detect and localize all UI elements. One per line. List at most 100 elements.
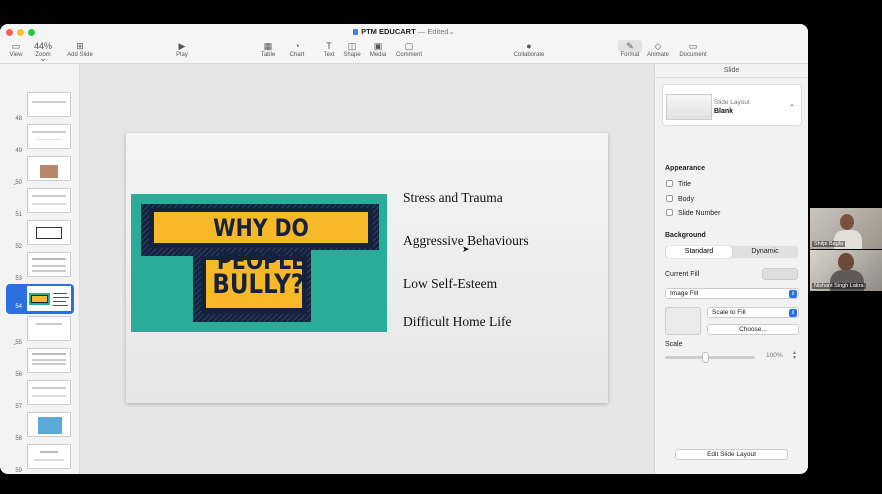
fill-color-well[interactable] <box>762 268 798 280</box>
slide-thumbnail-52[interactable]: 52 <box>0 220 80 252</box>
comment-button[interactable]: ▢ Comment <box>396 40 422 58</box>
edited-status: — Edited <box>415 27 449 36</box>
bullet-stress-trauma[interactable]: Stress and Trauma <box>403 190 503 206</box>
slide-number: 52 <box>15 244 22 250</box>
slide-number: 49 <box>15 148 22 154</box>
body-checkbox[interactable]: Body <box>666 195 694 203</box>
slide-preview <box>27 444 71 469</box>
media-button[interactable]: ▣ Media <box>368 40 388 58</box>
shape-button[interactable]: ◫ Shape <box>342 40 362 58</box>
edit-slide-layout-button[interactable]: Edit Slide Layout <box>675 449 788 460</box>
background-mode-segmented: Standard Dynamic <box>665 246 798 258</box>
popup-arrows-icon: ⇕ <box>789 309 797 317</box>
scale-slider[interactable] <box>665 356 755 359</box>
toolbar-item-label: Animate <box>646 52 669 58</box>
slide-number-checkbox-label: Slide Number <box>678 210 721 217</box>
scale-mode-value: Scale to Fill <box>712 309 746 316</box>
slide-preview <box>27 124 71 149</box>
choose-image-button[interactable]: Choose... <box>707 324 799 335</box>
play-icon: ▶ <box>178 41 186 51</box>
table-button[interactable]: ▦ Table <box>258 40 278 58</box>
slide-number: 56 <box>15 372 22 378</box>
zoom-button[interactable]: 44% ⌄ Zoom <box>32 40 54 63</box>
slide-thumbnail-48[interactable]: 48 <box>0 92 80 124</box>
slide-layout-value: Blank <box>714 108 734 115</box>
format-icon: ✎ <box>618 40 642 52</box>
table-icon: ▦ <box>263 41 273 51</box>
toolbar-item-label: Format <box>620 52 640 58</box>
slide-thumbnail-59[interactable]: 59 <box>0 444 80 474</box>
add-slide-icon: ⊞ <box>76 41 84 51</box>
slide-preview <box>27 156 71 181</box>
slide-thumbnail-58[interactable]: 58 <box>0 412 80 444</box>
scale-label: Scale <box>665 341 683 348</box>
animate-button[interactable]: ◇ Animate <box>646 40 670 58</box>
add-slide-button[interactable]: ⊞ Add Slide <box>62 40 98 58</box>
format-inspector: Slide Slide Layout Blank ⌄ Appearance Ti… <box>654 64 808 474</box>
participant-video-2[interactable]: Nishant Singh Lakra <box>810 250 882 291</box>
toolbar-item-label: Text <box>323 52 335 58</box>
format-button[interactable]: ✎ Format <box>618 40 642 58</box>
body-checkbox-label: Body <box>678 196 694 203</box>
slide-preview <box>27 316 71 341</box>
image-fill-preview[interactable] <box>665 307 701 335</box>
title-checkbox[interactable]: Title <box>666 180 691 188</box>
chart-button[interactable]: ◔ Chart <box>287 40 307 58</box>
bullet-low-self-esteem[interactable]: Low Self-Esteem <box>403 276 497 292</box>
slide-preview <box>27 348 71 373</box>
slide-number: 57 <box>15 404 22 410</box>
document-button[interactable]: ▭ Document <box>676 40 710 58</box>
chevron-down-icon[interactable]: ⌄ <box>789 100 795 108</box>
why-bully-graphic[interactable]: WHY DO PEOPLE BULLY? <box>131 194 387 332</box>
slide-number: 51 <box>15 212 22 218</box>
slide-thumbnail-56[interactable]: 56 <box>0 348 80 380</box>
toolbar-item-label: Table <box>260 52 276 58</box>
slide-canvas[interactable]: WHY DO PEOPLE BULLY? Stress and Trauma A… <box>80 64 654 474</box>
document-file-icon <box>353 29 359 35</box>
slide-layout-selector[interactable]: Slide Layout Blank ⌄ <box>662 84 802 126</box>
slide-preview <box>27 92 71 117</box>
slide-preview <box>27 286 71 311</box>
toolbar-item-label: Zoom <box>35 52 51 58</box>
slide-navigator[interactable]: 48 49 50 ⌄ 51 52 53 54 55 ⌄ 56 57 58 59 … <box>0 64 80 474</box>
collaborate-button[interactable]: ● Collaborate <box>508 40 550 58</box>
text-button[interactable]: T Text <box>319 40 339 58</box>
toolbar-item-label: Add Slide <box>67 52 93 58</box>
media-icon: ▣ <box>373 41 383 51</box>
play-button[interactable]: ▶ Play <box>175 40 189 58</box>
sidebar-icon: ▭ <box>11 41 21 51</box>
participant-name: Shilpi Bagla <box>812 241 846 247</box>
comment-icon: ▢ <box>404 41 414 51</box>
scale-mode-popup[interactable]: Scale to Fill ⇕ <box>707 307 799 318</box>
appearance-section-title: Appearance <box>665 165 706 172</box>
popup-arrows-icon: ⇕ <box>789 290 797 298</box>
toolbar-item-label: Document <box>679 52 707 58</box>
slide-number: 59 <box>15 468 22 474</box>
scale-value-field[interactable]: 100% <box>766 352 783 359</box>
tab-standard[interactable]: Standard <box>666 246 732 258</box>
current-slide[interactable]: WHY DO PEOPLE BULLY? Stress and Trauma A… <box>126 133 608 403</box>
slide-preview <box>27 412 71 437</box>
scale-slider-knob[interactable] <box>702 352 709 363</box>
toolbar-item-label: Shape <box>343 52 361 58</box>
document-icon: ▭ <box>688 41 698 51</box>
slide-number-checkbox[interactable]: Slide Number <box>666 209 720 217</box>
scale-stepper-icon[interactable]: ▲ ▼ <box>792 351 797 361</box>
participant-video-1[interactable]: Shilpi Bagla <box>810 208 882 249</box>
fill-type-popup[interactable]: Image Fill ⇕ <box>665 288 799 299</box>
bullet-difficult-home-life[interactable]: Difficult Home Life <box>403 314 511 330</box>
tab-dynamic[interactable]: Dynamic <box>732 246 798 258</box>
slide-thumbnail-49[interactable]: 49 <box>0 124 80 156</box>
view-button[interactable]: ▭ View <box>6 40 26 58</box>
toolbar-item-label: View <box>9 52 23 58</box>
slide-thumbnail-53[interactable]: 53 <box>0 252 80 284</box>
title-chevron-icon[interactable]: ⌄ <box>449 27 455 36</box>
collapse-chevron-icon[interactable]: ⌄ <box>12 180 17 187</box>
title-checkbox-label: Title <box>678 181 691 188</box>
collapse-chevron-icon[interactable]: ⌄ <box>12 340 17 347</box>
slide-thumbnail-57[interactable]: 57 <box>0 380 80 412</box>
slide-thumbnail-54[interactable]: 54 <box>6 284 74 314</box>
document-title[interactable]: PTM EDUCART — Edited⌄ <box>0 27 808 36</box>
slide-thumbnail-51[interactable]: 51 <box>0 188 80 220</box>
shape-icon: ◫ <box>347 41 357 51</box>
